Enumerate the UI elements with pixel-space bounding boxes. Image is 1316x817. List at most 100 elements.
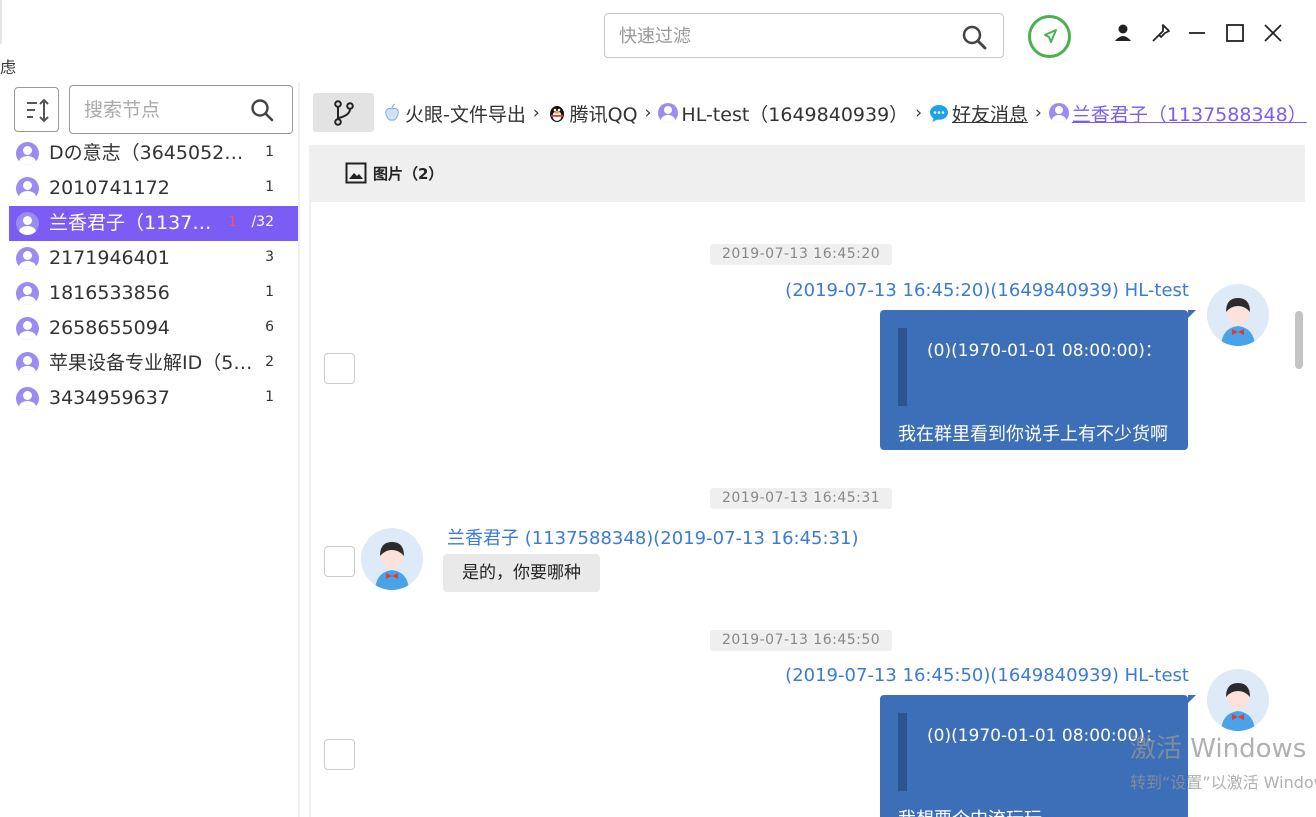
select-checkbox[interactable]	[324, 739, 355, 770]
node-tree-panel: Dの意志（364505251… 1 2010741172 1 兰香君子（1137…	[0, 82, 300, 817]
message-bubble-incoming: 是的，你要哪种	[443, 554, 600, 592]
contact-item[interactable]: Dの意志（364505251… 1	[9, 136, 298, 171]
chat-scrollbar[interactable]	[1295, 311, 1303, 369]
node-search-box[interactable]	[69, 85, 293, 134]
message-sender: 兰香君子 (1137588348)(2019-07-13 16:45:31)	[447, 528, 859, 549]
contact-count: 1	[265, 144, 274, 160]
app-window: 虑 快速过滤 搜索节点 Dの意志（364505251… 1 2010741172…	[0, 0, 1316, 817]
contact-item[interactable]: 2658655094 6	[9, 311, 298, 346]
person-icon	[16, 247, 39, 270]
image-icon	[345, 162, 367, 184]
chat-message-area: 2019-07-13 16:45:20 (2019-07-13 16:45:20…	[311, 202, 1305, 817]
breadcrumb-label: 火眼-文件导出	[405, 103, 526, 126]
person-icon	[658, 103, 679, 123]
select-checkbox[interactable]	[324, 546, 355, 577]
message-timestamp: 2019-07-13 16:45:50	[710, 630, 893, 651]
launch-button[interactable]	[1028, 15, 1071, 58]
message-timestamp: 2019-07-13 16:45:20	[710, 244, 893, 265]
breadcrumb-item-current[interactable]: 兰香君子（1137588348）	[1048, 100, 1307, 127]
boy-avatar-icon	[1221, 683, 1255, 731]
person-icon	[16, 177, 39, 200]
contact-item[interactable]: 2171946401 3	[9, 241, 298, 276]
tab-label: 图片（2）	[373, 164, 444, 183]
branch-icon	[334, 100, 354, 126]
chat-bubble-icon	[930, 105, 948, 122]
rocket-icon	[1044, 29, 1057, 43]
person-icon	[16, 317, 39, 340]
qq-penguin-icon	[549, 106, 564, 122]
branch-button[interactable]	[313, 93, 374, 132]
contact-count: /32	[251, 214, 274, 230]
boy-avatar-icon	[1221, 298, 1255, 346]
tab-images[interactable]: 图片（2）	[345, 162, 443, 184]
contact-item[interactable]: 1816533856 1	[9, 276, 298, 311]
breadcrumb-item[interactable]: 腾讯QQ	[547, 100, 638, 127]
sort-button[interactable]	[14, 87, 59, 132]
contact-item[interactable]: 3434959637 1	[9, 381, 298, 416]
message-sender: (2019-07-13 16:45:20)(1649840939) HL-tes…	[785, 280, 1189, 301]
breadcrumb-label: 腾讯QQ	[569, 103, 638, 126]
contact-item-selected[interactable]: 兰香君子（1137… 1 /32	[9, 206, 298, 241]
truncated-label: 虑	[0, 58, 17, 77]
select-checkbox[interactable]	[324, 353, 355, 384]
message-timestamp: 2019-07-13 16:45:31	[710, 488, 893, 509]
message-text: 我想要个中流玩玩	[898, 805, 1042, 817]
breadcrumb-label: 兰香君子（1137588348）	[1071, 103, 1307, 126]
close-icon[interactable]	[1262, 22, 1284, 44]
search-icon[interactable]	[961, 24, 987, 50]
search-icon[interactable]	[250, 98, 274, 122]
message-sender: (2019-07-13 16:45:50)(1649840939) HL-tes…	[785, 665, 1189, 686]
contact-count: 1	[265, 389, 274, 405]
contact-list: Dの意志（364505251… 1 2010741172 1 兰香君子（1137…	[9, 136, 298, 416]
breadcrumb-item[interactable]: HL-test（1649840939）	[658, 100, 908, 127]
node-search-input[interactable]	[84, 98, 234, 122]
breadcrumb-separator: ›	[532, 103, 540, 123]
quoted-message: (0)(1970-01-01 08:00:00)：	[898, 713, 1162, 791]
quoted-text: (0)(1970-01-01 08:00:00)：	[927, 341, 1162, 361]
contact-count: 2	[265, 354, 274, 370]
quick-filter-box[interactable]	[604, 13, 1004, 58]
message-bubble-outgoing: (0)(1970-01-01 08:00:00)： 我想要个中流玩玩	[880, 695, 1196, 817]
quoted-message: (0)(1970-01-01 08:00:00)：	[898, 328, 1162, 406]
window-edge-divider	[0, 0, 2, 44]
pin-icon[interactable]	[1150, 22, 1172, 44]
message-bubble-outgoing: (0)(1970-01-01 08:00:00)： 我在群里看到你说手上有不少货…	[880, 310, 1196, 450]
breadcrumb-item[interactable]: 火眼-文件导出	[382, 100, 526, 127]
maximize-icon[interactable]	[1224, 22, 1246, 44]
person-icon	[1048, 103, 1069, 123]
contact-name: 3434959637	[49, 387, 170, 409]
contact-count: 3	[265, 249, 274, 265]
contact-count: 1	[265, 179, 274, 195]
person-icon	[16, 282, 39, 305]
user-icon[interactable]	[1112, 22, 1134, 44]
quick-filter-input[interactable]	[619, 24, 939, 48]
person-icon	[16, 142, 39, 165]
contact-name: 兰香君子（1137…	[49, 212, 212, 234]
message-text: 我在群里看到你说手上有不少货啊	[898, 424, 1168, 445]
avatar	[1207, 284, 1269, 346]
breadcrumb-separator: ›	[915, 103, 922, 123]
boy-avatar-icon	[375, 542, 409, 590]
breadcrumb-label: HL-test（1649840939）	[681, 103, 909, 126]
contact-name: 2010741172	[49, 177, 170, 199]
contact-count: 1	[265, 284, 274, 300]
avatar	[1207, 669, 1269, 731]
breadcrumb-label: 好友消息	[952, 103, 1029, 126]
breadcrumb-separator: ›	[1035, 103, 1042, 123]
person-icon	[16, 352, 39, 375]
content-filter-bar: 图片（2）	[311, 145, 1305, 202]
sort-icon	[27, 98, 49, 123]
contact-item[interactable]: 2010741172 1	[9, 171, 298, 206]
contact-count: 6	[265, 319, 274, 335]
contact-name: Dの意志（364505251…	[49, 142, 254, 164]
minimize-icon[interactable]	[1186, 22, 1208, 44]
avatar	[361, 528, 423, 590]
contact-name: 1816533856	[49, 282, 170, 304]
apple-icon	[385, 103, 399, 121]
contact-item[interactable]: 苹果设备专业解ID（5… 2	[9, 346, 298, 381]
breadcrumb-item[interactable]: 好友消息	[929, 100, 1028, 127]
breadcrumb-separator: ›	[644, 103, 652, 123]
contact-name: 苹果设备专业解ID（5…	[49, 352, 253, 374]
unread-count: 1	[228, 214, 237, 230]
contact-name: 2171946401	[49, 247, 170, 269]
